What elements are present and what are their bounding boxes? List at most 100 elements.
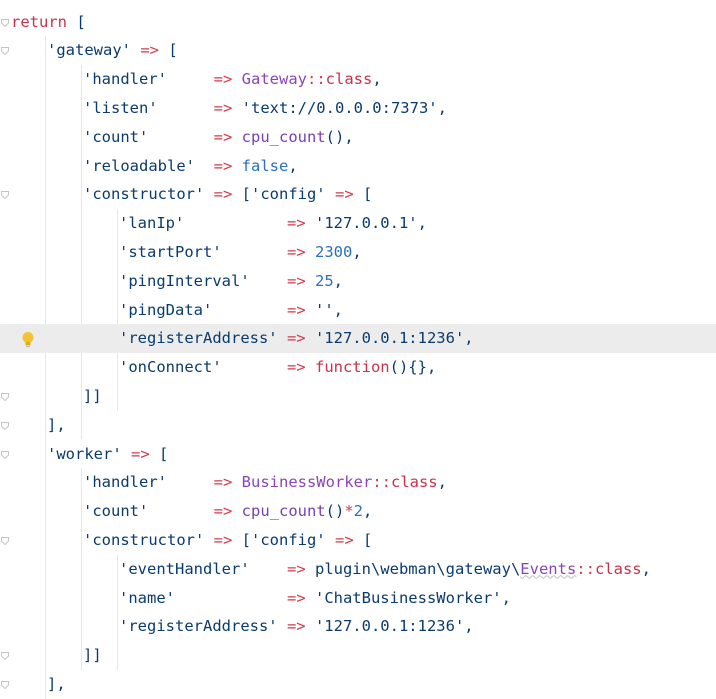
- code-token: '127.0.0.1': [314, 214, 418, 233]
- code-token: BusinessWorker: [241, 473, 373, 492]
- fold-marker-icon[interactable]: [1, 421, 9, 430]
- code-token: class: [594, 559, 642, 578]
- code-token: ],: [47, 415, 66, 434]
- code-token: ,: [437, 473, 447, 492]
- code-token: return: [11, 12, 67, 31]
- code-line[interactable]: ],: [0, 411, 716, 440]
- code-token: ,: [417, 214, 427, 233]
- fold-marker-icon[interactable]: [1, 191, 9, 200]
- code-token: 'constructor': [83, 530, 205, 549]
- code-token: =>: [184, 214, 315, 233]
- code-line-text: 'listen' => 'text://0.0.0.0:7373',: [83, 94, 447, 123]
- code-line[interactable]: 'worker' => [: [0, 440, 716, 469]
- code-token: 'eventHandler': [119, 559, 250, 578]
- code-line-text: 'startPort' => 2300,: [119, 238, 362, 267]
- code-line-text: 'handler' => Gateway::class,: [83, 65, 382, 94]
- code-token: 'count': [83, 127, 149, 146]
- code-line[interactable]: 'reloadable' => false,: [0, 152, 716, 181]
- code-line[interactable]: 'onConnect' => function(){},: [0, 353, 716, 382]
- code-token: =>: [157, 98, 242, 117]
- code-token: 25: [314, 271, 334, 290]
- code-line[interactable]: 'lanIp' => '127.0.0.1',: [0, 209, 716, 238]
- code-token: 'listen': [83, 98, 158, 117]
- code-token: ,: [333, 300, 343, 319]
- code-line-text: 'eventHandler' => plugin\webman\gateway\…: [119, 555, 651, 584]
- code-line[interactable]: 'pingData' => '',: [0, 296, 716, 325]
- lightbulb-icon[interactable]: [21, 330, 35, 348]
- code-token: '': [314, 300, 334, 319]
- code-line-text: 'pingData' => '',: [119, 296, 343, 325]
- code-line-text: 'constructor' => ['config' => [: [83, 526, 372, 555]
- code-line[interactable]: ],: [0, 670, 716, 699]
- fold-marker-icon[interactable]: [1, 536, 9, 545]
- code-token: 'text://0.0.0.0:7373': [241, 98, 438, 117]
- code-token: class: [390, 473, 438, 492]
- code-token: class: [325, 70, 373, 89]
- code-line-text: ]]: [83, 641, 102, 670]
- code-token: 'worker': [47, 444, 122, 463]
- code-token: [: [168, 41, 178, 60]
- code-token: =>: [249, 271, 315, 290]
- code-token: 'count': [83, 502, 149, 521]
- fold-marker-icon[interactable]: [1, 652, 9, 661]
- code-token: 'lanIp': [119, 214, 185, 233]
- code-token: '127.0.0.1:1236': [314, 617, 465, 636]
- code-token: =>: [167, 473, 242, 492]
- code-line[interactable]: 'name' => 'ChatBusinessWorker',: [0, 584, 716, 613]
- code-token: 'onConnect': [119, 358, 222, 377]
- code-line[interactable]: 'count' => cpu_count(),: [0, 123, 716, 152]
- code-line[interactable]: 'handler' => Gateway::class,: [0, 65, 716, 94]
- code-token: =>: [194, 156, 242, 175]
- code-token: (){},: [389, 358, 437, 377]
- code-line[interactable]: 'count' => cpu_count()*2,: [0, 497, 716, 526]
- code-line-text: 'gateway' => [: [47, 36, 178, 65]
- code-token: 'gateway': [47, 41, 131, 60]
- code-token: 2300: [314, 242, 353, 261]
- code-token: ]]: [83, 646, 102, 665]
- code-line-text: 'count' => cpu_count()*2,: [83, 497, 372, 526]
- code-token: [: [158, 444, 169, 463]
- code-line[interactable]: ]]: [0, 641, 716, 670]
- code-token: ,: [363, 502, 373, 521]
- code-line-text: 'registerAddress' => '127.0.0.1:1236',: [119, 324, 474, 353]
- code-token: 'handler': [83, 70, 167, 89]
- code-token: ,: [333, 271, 343, 290]
- code-token: =>: [249, 559, 315, 578]
- code-line-text: ],: [47, 670, 66, 699]
- code-token: (): [325, 502, 345, 521]
- code-token: ,: [437, 98, 447, 117]
- code-line[interactable]: 'pingInterval' => 25,: [0, 267, 716, 296]
- fold-marker-icon[interactable]: [1, 450, 9, 459]
- fold-marker-icon[interactable]: [1, 680, 9, 689]
- code-line[interactable]: 'registerAddress' => '127.0.0.1:1236',: [0, 612, 716, 641]
- code-line[interactable]: return [: [0, 8, 716, 37]
- code-line-text: 'worker' => [: [47, 440, 168, 469]
- code-token: [: [362, 530, 373, 549]
- code-line-text: 'name' => 'ChatBusinessWorker',: [119, 584, 511, 613]
- code-line[interactable]: 'listen' => 'text://0.0.0.0:7373',: [0, 94, 716, 123]
- code-token: 'pingInterval': [119, 271, 250, 290]
- code-token: cpu_count: [241, 127, 326, 146]
- code-line[interactable]: ]]: [0, 382, 716, 411]
- fold-marker-icon[interactable]: [1, 47, 9, 56]
- fold-marker-icon[interactable]: [1, 18, 9, 27]
- code-line[interactable]: 'constructor' => ['config' => [: [0, 180, 716, 209]
- code-line-text: 'lanIp' => '127.0.0.1',: [119, 209, 427, 238]
- code-line[interactable]: 'handler' => BusinessWorker::class,: [0, 468, 716, 497]
- code-token: ],: [47, 674, 66, 693]
- code-line[interactable]: 'constructor' => ['config' => [: [0, 526, 716, 555]
- code-token: ['config': [241, 185, 326, 204]
- code-line[interactable]: 'startPort' => 2300,: [0, 238, 716, 267]
- code-line[interactable]: 'eventHandler' => plugin\webman\gateway\…: [0, 555, 716, 584]
- fold-marker-icon[interactable]: [1, 392, 9, 401]
- code-line[interactable]: 'registerAddress' => '127.0.0.1:1236',: [0, 324, 716, 354]
- code-token: 'name': [119, 588, 175, 607]
- code-line[interactable]: 'gateway' => [: [0, 36, 716, 65]
- code-token: =>: [175, 588, 315, 607]
- code-line-text: ]]: [83, 382, 102, 411]
- code-token: =>: [148, 127, 242, 146]
- code-token: (),: [325, 127, 354, 146]
- code-editor[interactable]: return ['gateway' => ['handler' => Gatew…: [0, 0, 716, 699]
- code-token: cpu_count: [241, 502, 326, 521]
- code-token: =>: [277, 329, 315, 348]
